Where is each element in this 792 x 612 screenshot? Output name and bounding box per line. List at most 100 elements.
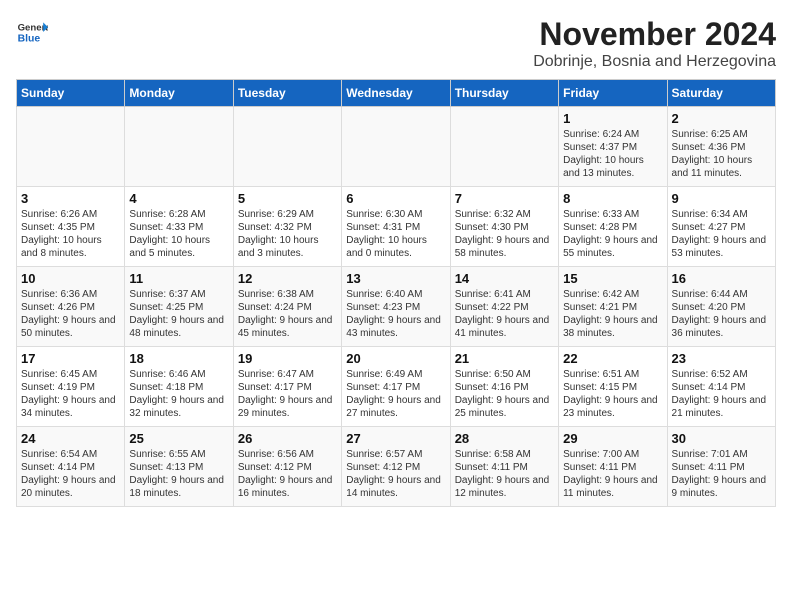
day-info: Sunrise: 6:28 AM (129, 208, 228, 221)
day-info: Sunset: 4:32 PM (238, 221, 337, 234)
table-row: 8Sunrise: 6:33 AMSunset: 4:28 PMDaylight… (559, 187, 667, 267)
page-title: November 2024 (533, 16, 776, 53)
day-number: 11 (129, 271, 228, 286)
logo: General Blue (16, 16, 48, 48)
day-info: Sunset: 4:22 PM (455, 301, 554, 314)
day-info: Daylight: 9 hours and 11 minutes. (563, 474, 662, 500)
calendar-header-row: Sunday Monday Tuesday Wednesday Thursday… (17, 80, 776, 107)
day-info: Sunset: 4:14 PM (21, 461, 120, 474)
day-info: Sunrise: 6:56 AM (238, 448, 337, 461)
day-info: Sunrise: 6:33 AM (563, 208, 662, 221)
table-row: 29Sunrise: 7:00 AMSunset: 4:11 PMDayligh… (559, 427, 667, 507)
day-info: Daylight: 9 hours and 27 minutes. (346, 394, 445, 420)
day-info: Sunset: 4:36 PM (672, 141, 771, 154)
day-info: Sunrise: 6:32 AM (455, 208, 554, 221)
day-info: Sunset: 4:11 PM (563, 461, 662, 474)
table-row: 19Sunrise: 6:47 AMSunset: 4:17 PMDayligh… (233, 347, 341, 427)
day-info: Sunset: 4:13 PM (129, 461, 228, 474)
day-info: Sunset: 4:26 PM (21, 301, 120, 314)
table-row: 12Sunrise: 6:38 AMSunset: 4:24 PMDayligh… (233, 267, 341, 347)
table-row: 22Sunrise: 6:51 AMSunset: 4:15 PMDayligh… (559, 347, 667, 427)
page-header: General Blue November 2024 Dobrinje, Bos… (16, 16, 776, 71)
table-row: 2Sunrise: 6:25 AMSunset: 4:36 PMDaylight… (667, 107, 775, 187)
day-number: 14 (455, 271, 554, 286)
day-info: Sunset: 4:27 PM (672, 221, 771, 234)
table-row (17, 107, 125, 187)
table-row (125, 107, 233, 187)
day-info: Sunset: 4:31 PM (346, 221, 445, 234)
day-number: 26 (238, 431, 337, 446)
table-row: 6 Sunrise: 6:30 AMSunset: 4:31 PMDaylight… (342, 187, 450, 267)
day-info: Sunset: 4:35 PM (21, 221, 120, 234)
table-row: 21Sunrise: 6:50 AMSunset: 4:16 PMDayligh… (450, 347, 558, 427)
day-info: Daylight: 9 hours and 32 minutes. (129, 394, 228, 420)
day-number: 17 (21, 351, 120, 366)
col-tuesday: Tuesday (233, 80, 341, 107)
day-info: Daylight: 9 hours and 9 minutes. (672, 474, 771, 500)
day-info: Sunrise: 6:37 AM (129, 288, 228, 301)
table-row: 18Sunrise: 6:46 AMSunset: 4:18 PMDayligh… (125, 347, 233, 427)
day-info: Daylight: 10 hours and 11 minutes. (672, 154, 771, 180)
day-number: 13 (346, 271, 445, 286)
day-info: Daylight: 9 hours and 48 minutes. (129, 314, 228, 340)
table-row: 11Sunrise: 6:37 AMSunset: 4:25 PMDayligh… (125, 267, 233, 347)
day-info: Daylight: 9 hours and 16 minutes. (238, 474, 337, 500)
day-info: Sunset: 4:12 PM (346, 461, 445, 474)
day-info: Daylight: 9 hours and 14 minutes. (346, 474, 445, 500)
day-info: Daylight: 9 hours and 25 minutes. (455, 394, 554, 420)
table-row: 20Sunrise: 6:49 AMSunset: 4:17 PMDayligh… (342, 347, 450, 427)
table-row: 17Sunrise: 6:45 AMSunset: 4:19 PMDayligh… (17, 347, 125, 427)
day-info: Sunset: 4:14 PM (672, 381, 771, 394)
day-number: 21 (455, 351, 554, 366)
day-info: Sunrise: 6:38 AM (238, 288, 337, 301)
day-info: Sunrise: 6:41 AM (455, 288, 554, 301)
day-info: Sunset: 4:33 PM (129, 221, 228, 234)
day-info: Daylight: 10 hours and 0 minutes. (346, 234, 445, 260)
day-number: 19 (238, 351, 337, 366)
title-area: November 2024 Dobrinje, Bosnia and Herze… (533, 16, 776, 71)
svg-text:Blue: Blue (18, 34, 41, 45)
day-info: Sunset: 4:30 PM (455, 221, 554, 234)
day-info: Sunrise: 6:54 AM (21, 448, 120, 461)
day-info: Sunset: 4:28 PM (563, 221, 662, 234)
day-info: Sunrise: 6:51 AM (563, 368, 662, 381)
day-info: Sunset: 4:12 PM (238, 461, 337, 474)
day-info: Sunrise: 6:47 AM (238, 368, 337, 381)
table-row: 26 Sunrise: 6:56 AMSunset: 4:12 PMDayligh… (233, 427, 341, 507)
day-info: Daylight: 9 hours and 18 minutes. (129, 474, 228, 500)
day-info: Daylight: 9 hours and 20 minutes. (21, 474, 120, 500)
day-info: Daylight: 9 hours and 23 minutes. (563, 394, 662, 420)
col-sunday: Sunday (17, 80, 125, 107)
day-info: Daylight: 9 hours and 21 minutes. (672, 394, 771, 420)
day-number: 10 (21, 271, 120, 286)
day-info: Sunrise: 6:49 AM (346, 368, 445, 381)
table-row: 7Sunrise: 6:32 AMSunset: 4:30 PMDaylight… (450, 187, 558, 267)
table-row: 5Sunrise: 6:29 AMSunset: 4:32 PMDaylight… (233, 187, 341, 267)
day-number: 6 (346, 191, 445, 206)
day-info: Daylight: 10 hours and 8 minutes. (21, 234, 120, 260)
day-number: 24 (21, 431, 120, 446)
day-info: Daylight: 9 hours and 53 minutes. (672, 234, 771, 260)
day-info: Daylight: 9 hours and 12 minutes. (455, 474, 554, 500)
day-info: Daylight: 10 hours and 5 minutes. (129, 234, 228, 260)
day-info: Sunrise: 6:57 AM (346, 448, 445, 461)
day-info: Sunrise: 6:40 AM (346, 288, 445, 301)
day-number: 5 (238, 191, 337, 206)
calendar-week-row: 17Sunrise: 6:45 AMSunset: 4:19 PMDayligh… (17, 347, 776, 427)
day-number: 22 (563, 351, 662, 366)
day-info: Sunrise: 6:24 AM (563, 128, 662, 141)
day-info: Daylight: 9 hours and 41 minutes. (455, 314, 554, 340)
day-info: Sunrise: 6:30 AM (346, 208, 445, 221)
day-info: Sunset: 4:11 PM (672, 461, 771, 474)
day-info: Sunrise: 6:45 AM (21, 368, 120, 381)
day-number: 9 (672, 191, 771, 206)
page-subtitle: Dobrinje, Bosnia and Herzegovina (533, 53, 776, 71)
day-info: Sunrise: 6:26 AM (21, 208, 120, 221)
calendar-table: Sunday Monday Tuesday Wednesday Thursday… (16, 79, 776, 507)
day-info: Sunrise: 6:25 AM (672, 128, 771, 141)
table-row: 24 Sunrise: 6:54 AMSunset: 4:14 PMDayligh… (17, 427, 125, 507)
table-row: 9Sunrise: 6:34 AMSunset: 4:27 PMDaylight… (667, 187, 775, 267)
col-monday: Monday (125, 80, 233, 107)
day-info: Daylight: 9 hours and 38 minutes. (563, 314, 662, 340)
table-row (233, 107, 341, 187)
